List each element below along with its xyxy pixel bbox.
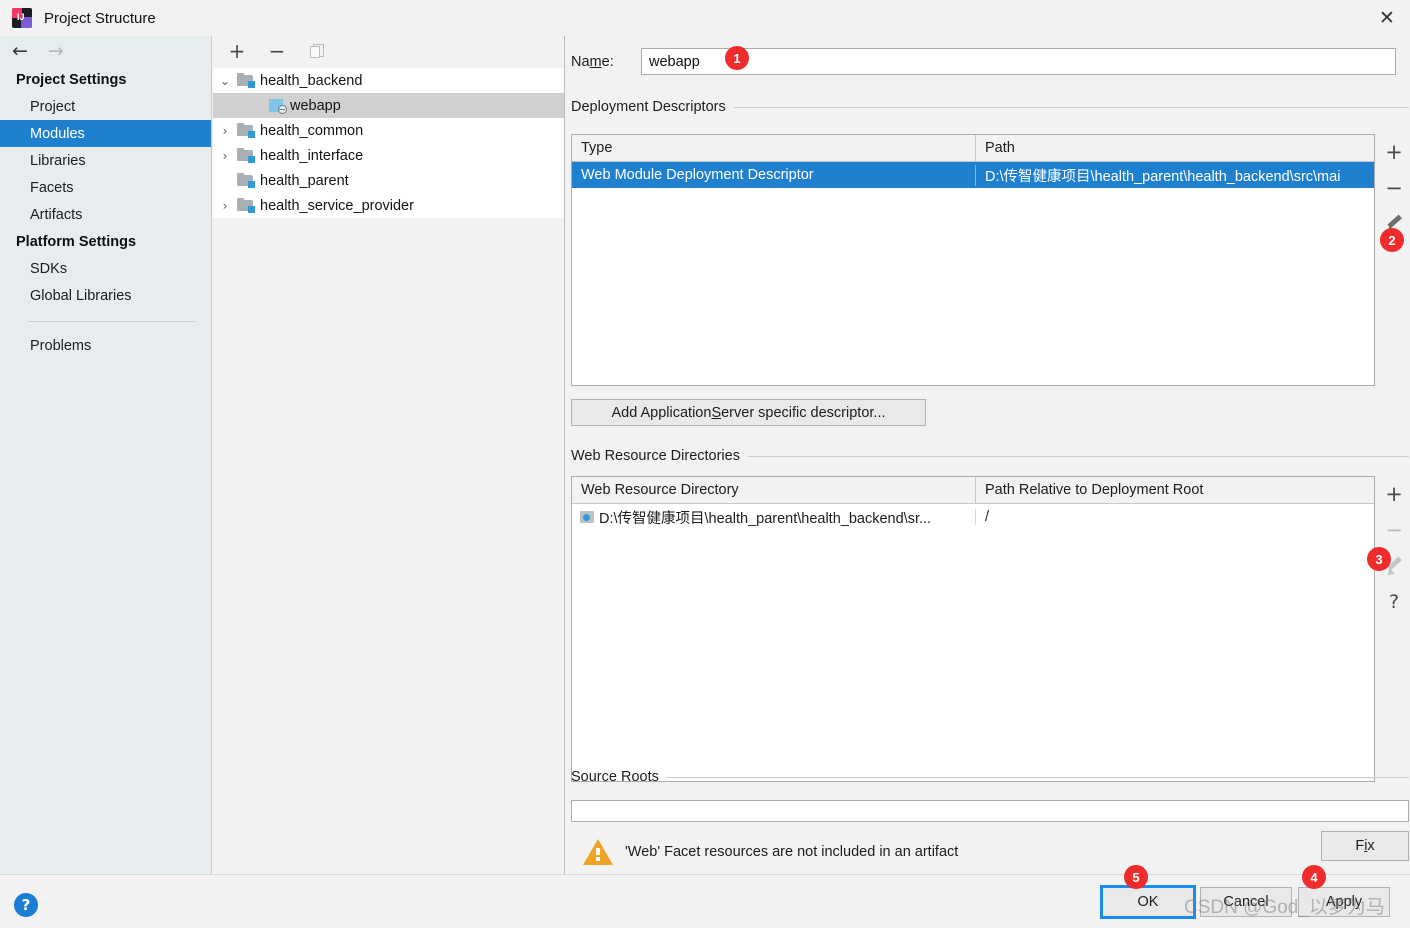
deployment-descriptors-title: Deployment Descriptors (571, 99, 726, 115)
tree-item-label: webapp (290, 97, 341, 114)
tree-item-label: health_service_provider (260, 197, 414, 214)
chevron-right-icon[interactable]: › (213, 199, 237, 213)
directory-icon (580, 510, 595, 524)
sidebar-item-libraries[interactable]: Libraries (0, 147, 211, 174)
sidebar-item-project[interactable]: Project (0, 93, 211, 120)
module-icon (237, 148, 255, 163)
remove-web-resource-button[interactable]: − (1376, 512, 1410, 548)
settings-sidebar: ← → Project Settings Project Modules Lib… (0, 36, 212, 874)
group-divider (733, 106, 1409, 108)
group-divider (666, 776, 1409, 778)
warning-triangle-icon (583, 839, 613, 865)
facet-name-label: Name: (571, 53, 614, 70)
remove-descriptor-button[interactable]: − (1376, 170, 1410, 206)
column-header-web-resource-directory[interactable]: Web Resource Directory (572, 477, 975, 503)
annotation-badge-3: 3 (1367, 547, 1391, 571)
table-row[interactable]: D:\传智健康项目\health_parent\health_backend\s… (572, 504, 1374, 530)
chevron-down-icon[interactable]: ⌄ (213, 74, 237, 88)
column-header-relative-path[interactable]: Path Relative to Deployment Root (975, 477, 1374, 503)
sidebar-item-sdks[interactable]: SDKs (0, 255, 211, 282)
tree-row[interactable]: › health_service_provider (213, 193, 564, 218)
deployment-descriptors-table[interactable]: Type Path Web Module Deployment Descript… (571, 134, 1375, 386)
chevron-right-icon[interactable]: › (213, 149, 237, 163)
warning-message: 'Web' Facet resources are not included i… (625, 844, 959, 860)
web-resource-directories-title: Web Resource Directories (571, 448, 740, 464)
tree-row[interactable]: › health_common (213, 118, 564, 143)
table-row[interactable]: Web Module Deployment Descriptor D:\传智健康… (572, 162, 1374, 188)
nav-toolbar: ← → (0, 36, 211, 66)
facet-name-input[interactable] (641, 48, 1396, 75)
tree-item-label: health_parent (260, 172, 349, 189)
facet-name-row: Name: (571, 48, 1396, 75)
tree-row[interactable]: webapp (213, 93, 564, 118)
module-icon (237, 123, 255, 138)
intellij-idea-icon: IJ (12, 8, 32, 28)
cell-type: Web Module Deployment Descriptor (581, 167, 814, 183)
deployment-descriptors-header: Deployment Descriptors (571, 99, 1409, 115)
sidebar-group-platform-settings: Platform Settings (16, 234, 137, 250)
annotation-badge-5: 5 (1124, 865, 1148, 889)
module-tree-toolbar: + − (213, 36, 564, 66)
module-icon (237, 73, 255, 88)
cell-directory-label: D:\传智健康项目\health_parent\health_backend\s… (599, 510, 932, 527)
window-title: Project Structure (44, 9, 156, 27)
tree-item-label: health_common (260, 122, 364, 139)
help-icon[interactable]: ? (1376, 584, 1410, 620)
fix-button[interactable]: Fix (1321, 831, 1409, 861)
project-structure-dialog: IJ Project Structure ✕ ← → Project Setti… (0, 0, 1410, 928)
tree-row[interactable]: › health_interface (213, 143, 564, 168)
add-module-button[interactable]: + (227, 41, 247, 61)
deployment-descriptors-toolbar: + − (1376, 134, 1410, 242)
group-divider (747, 455, 1409, 457)
source-roots-header: Source Roots (571, 769, 1409, 785)
tree-item-label: health_interface (260, 147, 364, 164)
sidebar-item-modules[interactable]: Modules (0, 120, 211, 147)
sidebar-item-global-libraries[interactable]: Global Libraries (0, 282, 211, 309)
tree-item-label: health_backend (260, 72, 363, 89)
tree-row[interactable]: health_parent (213, 168, 564, 193)
watermark: CSDN @God_以梦为马 (1184, 897, 1385, 918)
cell-relative-path: / (975, 509, 1374, 525)
cell-path: D:\传智健康项目\health_parent\health_backend\s… (975, 164, 1374, 186)
warning-row: 'Web' Facet resources are not included i… (571, 832, 1409, 872)
chevron-right-icon[interactable]: › (213, 124, 237, 138)
annotation-badge-1: 1 (725, 46, 749, 70)
module-tree: ⌄ health_backend webapp › health_common … (213, 68, 564, 218)
close-icon[interactable]: ✕ (1364, 0, 1410, 36)
table-header-row: Web Resource Directory Path Relative to … (572, 477, 1374, 504)
sidebar-item-facets[interactable]: Facets (0, 174, 211, 201)
annotation-badge-4: 4 (1302, 865, 1326, 889)
sidebar-item-problems[interactable]: Problems (0, 332, 211, 359)
cell-directory: D:\传智健康项目\health_parent\health_backend\s… (572, 507, 975, 528)
table-header-row: Type Path (572, 135, 1374, 162)
web-resource-directories-header: Web Resource Directories (571, 448, 1409, 464)
column-header-path[interactable]: Path (975, 135, 1374, 161)
add-app-server-descriptor-button[interactable]: Add Application Server specific descript… (571, 399, 926, 426)
web-resource-directories-table[interactable]: Web Resource Directory Path Relative to … (571, 476, 1375, 782)
source-roots-list[interactable] (571, 800, 1409, 822)
source-roots-title: Source Roots (571, 769, 659, 785)
remove-module-button[interactable]: − (267, 41, 287, 61)
annotation-badge-2: 2 (1380, 228, 1404, 252)
column-header-type[interactable]: Type (572, 135, 975, 161)
facet-settings-panel: Name: Deployment Descriptors Type Path W… (566, 36, 1410, 874)
forward-arrow-icon[interactable]: → (48, 41, 64, 61)
sidebar-divider (28, 321, 195, 322)
help-icon[interactable]: ? (14, 893, 38, 917)
module-icon (237, 198, 255, 213)
tree-row[interactable]: ⌄ health_backend (213, 68, 564, 93)
web-facet-icon (269, 98, 287, 114)
back-arrow-icon[interactable]: ← (12, 41, 28, 61)
add-descriptor-button[interactable]: + (1376, 134, 1410, 170)
add-web-resource-button[interactable]: + (1376, 476, 1410, 512)
sidebar-group-project-settings: Project Settings (16, 72, 127, 88)
copy-icon[interactable] (307, 41, 327, 61)
module-icon (237, 173, 255, 188)
sidebar-item-artifacts[interactable]: Artifacts (0, 201, 211, 228)
title-bar: IJ Project Structure ✕ (0, 0, 1410, 36)
ok-button[interactable]: OK (1100, 885, 1196, 919)
module-tree-panel: + − ⌄ health_backend webapp › health_com… (213, 36, 565, 874)
